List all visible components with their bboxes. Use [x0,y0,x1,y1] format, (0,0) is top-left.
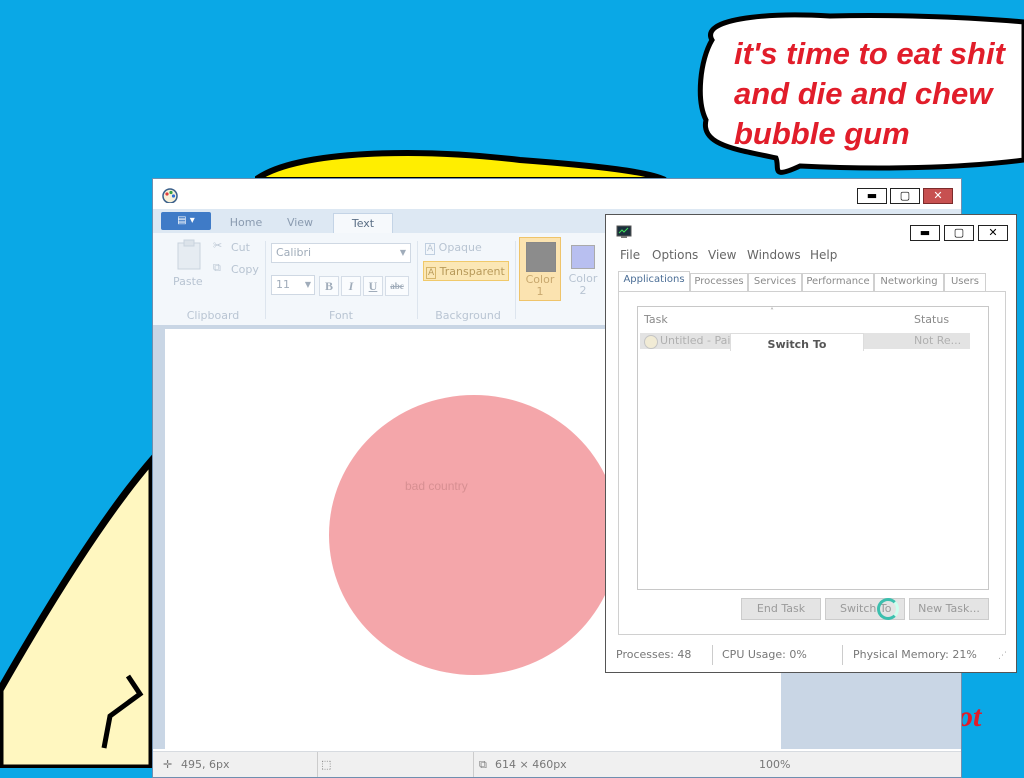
chevron-down-icon: ▼ [304,280,311,289]
processes-count: Processes: 48 [616,648,692,661]
status-separator [473,752,474,777]
clipboard-group-label: Clipboard [186,309,240,322]
bold-button[interactable]: B [319,276,339,296]
chevron-down-icon: ▼ [399,248,406,257]
tab-text[interactable]: Text [333,213,393,233]
close-button[interactable]: ✕ [923,188,953,204]
tab-applications[interactable]: Applications [618,271,690,292]
end-task-button[interactable]: End Task [741,598,821,620]
opaque-label: Opaque [438,241,482,254]
applications-panel: Task ˄ Status Untitled - Paint Not Re...… [618,291,1006,635]
color1-number: 1 [536,285,544,298]
tm-minimize-button[interactable]: ▬ [910,225,940,241]
paint-task-icon [644,335,658,349]
cut-icon[interactable]: ✂ [213,239,222,252]
status-separator [842,645,843,665]
menu-file[interactable]: File [620,248,640,262]
column-status[interactable]: Status [914,313,949,326]
selection-size-icon: ⬚ [321,758,332,771]
menu-options[interactable]: Options [652,248,698,262]
copy-button[interactable]: Copy [231,263,259,276]
menu-view[interactable]: View [708,248,736,262]
group-separator [515,241,516,319]
tab-performance[interactable]: Performance [802,273,874,291]
copy-icon[interactable]: ⧉ [213,261,221,275]
tm-maximize-button[interactable]: ▢ [944,225,974,241]
color2-number: 2 [579,284,587,297]
paint-app-icon[interactable] [161,187,179,203]
cursor-position: 495, 6px [181,758,230,771]
pink-circle-shape [329,395,619,675]
tab-processes[interactable]: Processes [690,273,748,291]
tab-services[interactable]: Services [748,273,802,291]
group-separator [265,241,266,319]
resize-grip-icon[interactable]: ⋰ [998,651,1007,661]
cpu-usage: CPU Usage: 0% [722,648,807,661]
canvas-size: 614 × 460px [495,758,567,771]
opaque-icon: A [425,243,436,255]
paste-icon[interactable] [175,239,203,271]
transparent-label: Transparent [439,265,505,278]
context-menu-switch-to[interactable]: Switch To [730,333,864,351]
font-size-value: 11 [276,278,290,291]
task-manager-window: ▬ ▢ ✕ File Options View Windows Help App… [605,214,1017,673]
color1-swatch [526,242,556,272]
physical-memory: Physical Memory: 21% [853,648,977,661]
underline-button[interactable]: U [363,276,383,296]
status-separator [317,752,318,777]
cursor-position-icon: ✛ [163,758,173,771]
color2-swatch [571,245,595,269]
transparent-icon: A [426,267,437,279]
font-family-value: Calibri [276,246,312,259]
italic-button[interactable]: I [341,276,361,296]
paste-button-label[interactable]: Paste [173,275,203,288]
maximize-button[interactable]: ▢ [890,188,920,204]
zoom-level: 100% [759,758,791,771]
canvas-size-icon: ⧉ [479,758,487,771]
paint-menu-button[interactable]: ▤ ▾ [161,212,211,230]
status-separator [712,645,713,665]
tab-view[interactable]: View [275,213,325,233]
menu-help[interactable]: Help [810,248,837,262]
tab-networking[interactable]: Networking [874,273,944,291]
face-shape [0,450,156,768]
tab-users[interactable]: Users [944,273,986,291]
tm-close-button[interactable]: ✕ [978,225,1008,241]
task-list[interactable]: Task ˄ Status Untitled - Paint Not Re...… [637,306,989,590]
task-status: Not Re... [914,334,962,347]
sort-arrow-icon: ˄ [770,307,774,316]
new-task-button[interactable]: New Task... [909,598,989,620]
opaque-option[interactable]: A Opaque [425,239,511,257]
tm-tab-bar: Applications Processes Services Performa… [618,271,1004,292]
tab-home[interactable]: Home [221,213,271,233]
busy-cursor-icon [877,598,899,620]
paint-titlebar[interactable]: ▬ ▢ ✕ [153,179,961,209]
task-manager-icon [616,225,632,238]
color2-button[interactable]: Color 2 [563,237,603,301]
cut-button[interactable]: Cut [231,241,250,254]
canvas-text: bad country [405,479,468,493]
yellow-hair-shape [255,150,667,183]
group-separator [417,241,418,319]
transparent-option[interactable]: A Transparent [423,261,509,281]
font-family-dropdown[interactable]: Calibri ▼ [271,243,411,263]
font-group-label: Font [329,309,353,322]
menu-windows[interactable]: Windows [747,248,801,262]
paint-status-bar: ✛ 495, 6px ⬚ ⧉ 614 × 460px 100% [153,751,961,777]
background-group-label: Background [435,309,501,322]
speech-bubble-text: it's time to eat shit and die and chew b… [734,36,1005,151]
font-size-dropdown[interactable]: 11 ▼ [271,275,315,295]
minimize-button[interactable]: ▬ [857,188,887,204]
strikethrough-button[interactable]: abc [385,276,409,296]
column-task[interactable]: Task [644,313,668,326]
color1-button[interactable]: Color 1 [519,237,561,301]
